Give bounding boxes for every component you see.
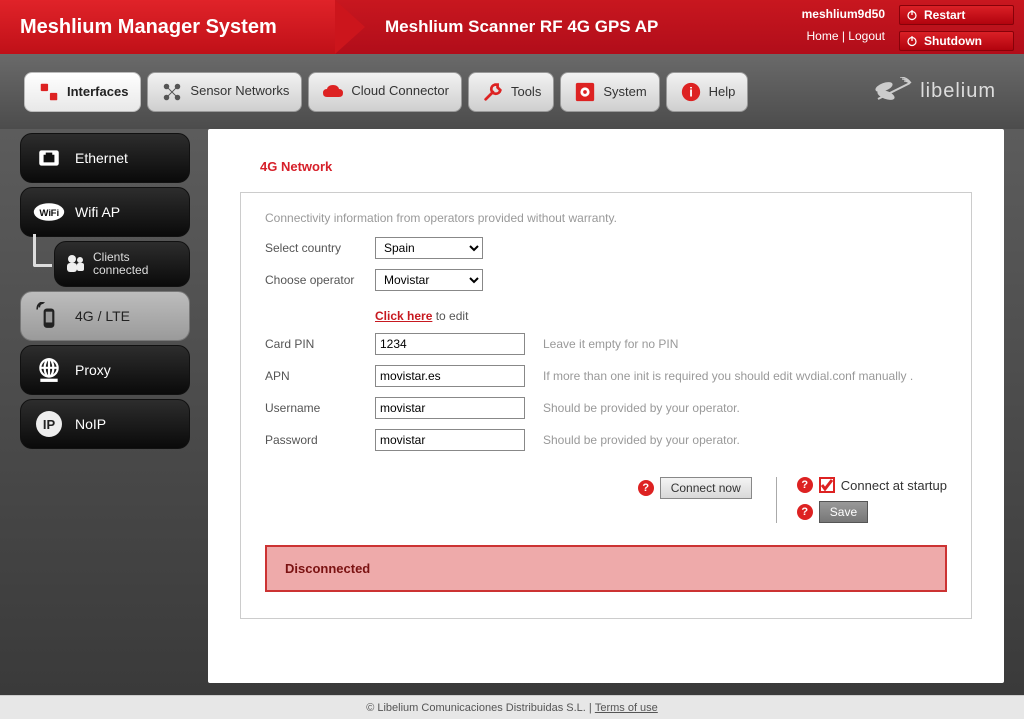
sidebar-item-wifi-ap[interactable]: WiFi Wifi AP bbox=[20, 187, 190, 237]
tab-help[interactable]: i Help bbox=[666, 72, 749, 112]
label-username: Username bbox=[265, 401, 375, 415]
clients-icon bbox=[63, 251, 87, 277]
sidebar: Ethernet WiFi Wifi AP Clients connected … bbox=[20, 129, 190, 683]
input-card-pin[interactable] bbox=[375, 333, 525, 355]
tab-cloud-connector[interactable]: Cloud Connector bbox=[308, 72, 462, 112]
help-icon-save[interactable]: ? bbox=[797, 504, 813, 520]
label-connect-startup: Connect at startup bbox=[841, 478, 947, 493]
noip-icon: IP bbox=[33, 408, 65, 440]
hint-username: Should be provided by your operator. bbox=[543, 401, 740, 415]
help-icon-connect[interactable]: ? bbox=[638, 480, 654, 496]
page-subtitle: Meshlium Scanner RF 4G GPS AP bbox=[335, 17, 658, 37]
sidebar-item-clients-connected[interactable]: Clients connected bbox=[54, 241, 190, 287]
libelium-logo: libelium bbox=[874, 77, 996, 107]
section-title: 4G Network bbox=[260, 159, 972, 174]
interfaces-icon bbox=[37, 80, 61, 104]
label-apn: APN bbox=[265, 369, 375, 383]
header-title-box: Meshlium Manager System bbox=[0, 0, 335, 54]
input-password[interactable] bbox=[375, 429, 525, 451]
restart-button[interactable]: Restart bbox=[899, 5, 1014, 25]
system-icon bbox=[573, 80, 597, 104]
footer-copyright: © Libelium Comunicaciones Distribuidas S… bbox=[366, 702, 592, 714]
svg-text:i: i bbox=[689, 84, 693, 99]
tools-icon bbox=[481, 80, 505, 104]
sidebar-item-noip[interactable]: IP NoIP bbox=[20, 399, 190, 449]
select-operator[interactable]: Movistar bbox=[375, 269, 483, 291]
tab-sensor-networks[interactable]: Sensor Networks bbox=[147, 72, 302, 112]
edit-hint: Click here to edit bbox=[375, 309, 947, 323]
hint-password: Should be provided by your operator. bbox=[543, 433, 740, 447]
tab-interfaces[interactable]: Interfaces bbox=[24, 72, 141, 112]
label-card-pin: Card PIN bbox=[265, 337, 375, 351]
help-icon-startup[interactable]: ? bbox=[797, 477, 813, 493]
label-choose-operator: Choose operator bbox=[265, 273, 375, 287]
connect-now-button[interactable]: Connect now bbox=[660, 477, 752, 499]
svg-text:Fi: Fi bbox=[51, 208, 60, 219]
label-select-country: Select country bbox=[265, 241, 375, 255]
hostname: meshlium9d50 bbox=[802, 7, 885, 21]
home-link[interactable]: Home bbox=[806, 29, 838, 43]
status-bar: Disconnected bbox=[265, 545, 947, 592]
content-panel: 4G Network Connectivity information from… bbox=[208, 129, 1004, 683]
wifi-icon: WiFi bbox=[33, 196, 65, 228]
dragonfly-icon bbox=[874, 77, 914, 107]
power-icon bbox=[906, 9, 918, 21]
svg-text:Wi: Wi bbox=[39, 208, 51, 219]
power-icon bbox=[906, 35, 918, 47]
app-title: Meshlium Manager System bbox=[20, 16, 277, 39]
form-panel: Connectivity information from operators … bbox=[240, 192, 972, 619]
sidebar-item-4g-lte[interactable]: 4G / LTE bbox=[20, 291, 190, 341]
terms-link[interactable]: Terms of use bbox=[595, 702, 658, 714]
panel-info: Connectivity information from operators … bbox=[265, 211, 947, 225]
tab-system[interactable]: System bbox=[560, 72, 659, 112]
help-icon: i bbox=[679, 80, 703, 104]
header: Meshlium Manager System Meshlium Scanner… bbox=[0, 0, 1024, 54]
shutdown-button[interactable]: Shutdown bbox=[899, 31, 1014, 51]
label-password: Password bbox=[265, 433, 375, 447]
input-apn[interactable] bbox=[375, 365, 525, 387]
proxy-icon bbox=[33, 354, 65, 386]
cloud-icon bbox=[321, 80, 345, 104]
footer: © Libelium Comunicaciones Distribuidas S… bbox=[0, 695, 1024, 719]
edit-link[interactable]: Click here bbox=[375, 309, 432, 323]
hint-apn: If more than one init is required you sh… bbox=[543, 369, 913, 383]
sensor-icon bbox=[160, 80, 184, 104]
logout-link[interactable]: Logout bbox=[848, 29, 885, 43]
hint-card-pin: Leave it empty for no PIN bbox=[543, 337, 678, 351]
select-country[interactable]: Spain bbox=[375, 237, 483, 259]
header-links: meshlium9d50 Home | Logout bbox=[802, 5, 885, 43]
svg-text:IP: IP bbox=[43, 417, 56, 432]
input-username[interactable] bbox=[375, 397, 525, 419]
sidebar-item-ethernet[interactable]: Ethernet bbox=[20, 133, 190, 183]
main-tabs: Interfaces Sensor Networks Cloud Connect… bbox=[0, 54, 1024, 129]
lte-icon bbox=[33, 300, 65, 332]
ethernet-icon bbox=[33, 142, 65, 174]
sidebar-item-proxy[interactable]: Proxy bbox=[20, 345, 190, 395]
checkbox-connect-startup[interactable] bbox=[819, 477, 835, 493]
save-button[interactable]: Save bbox=[819, 501, 868, 523]
tab-tools[interactable]: Tools bbox=[468, 72, 554, 112]
